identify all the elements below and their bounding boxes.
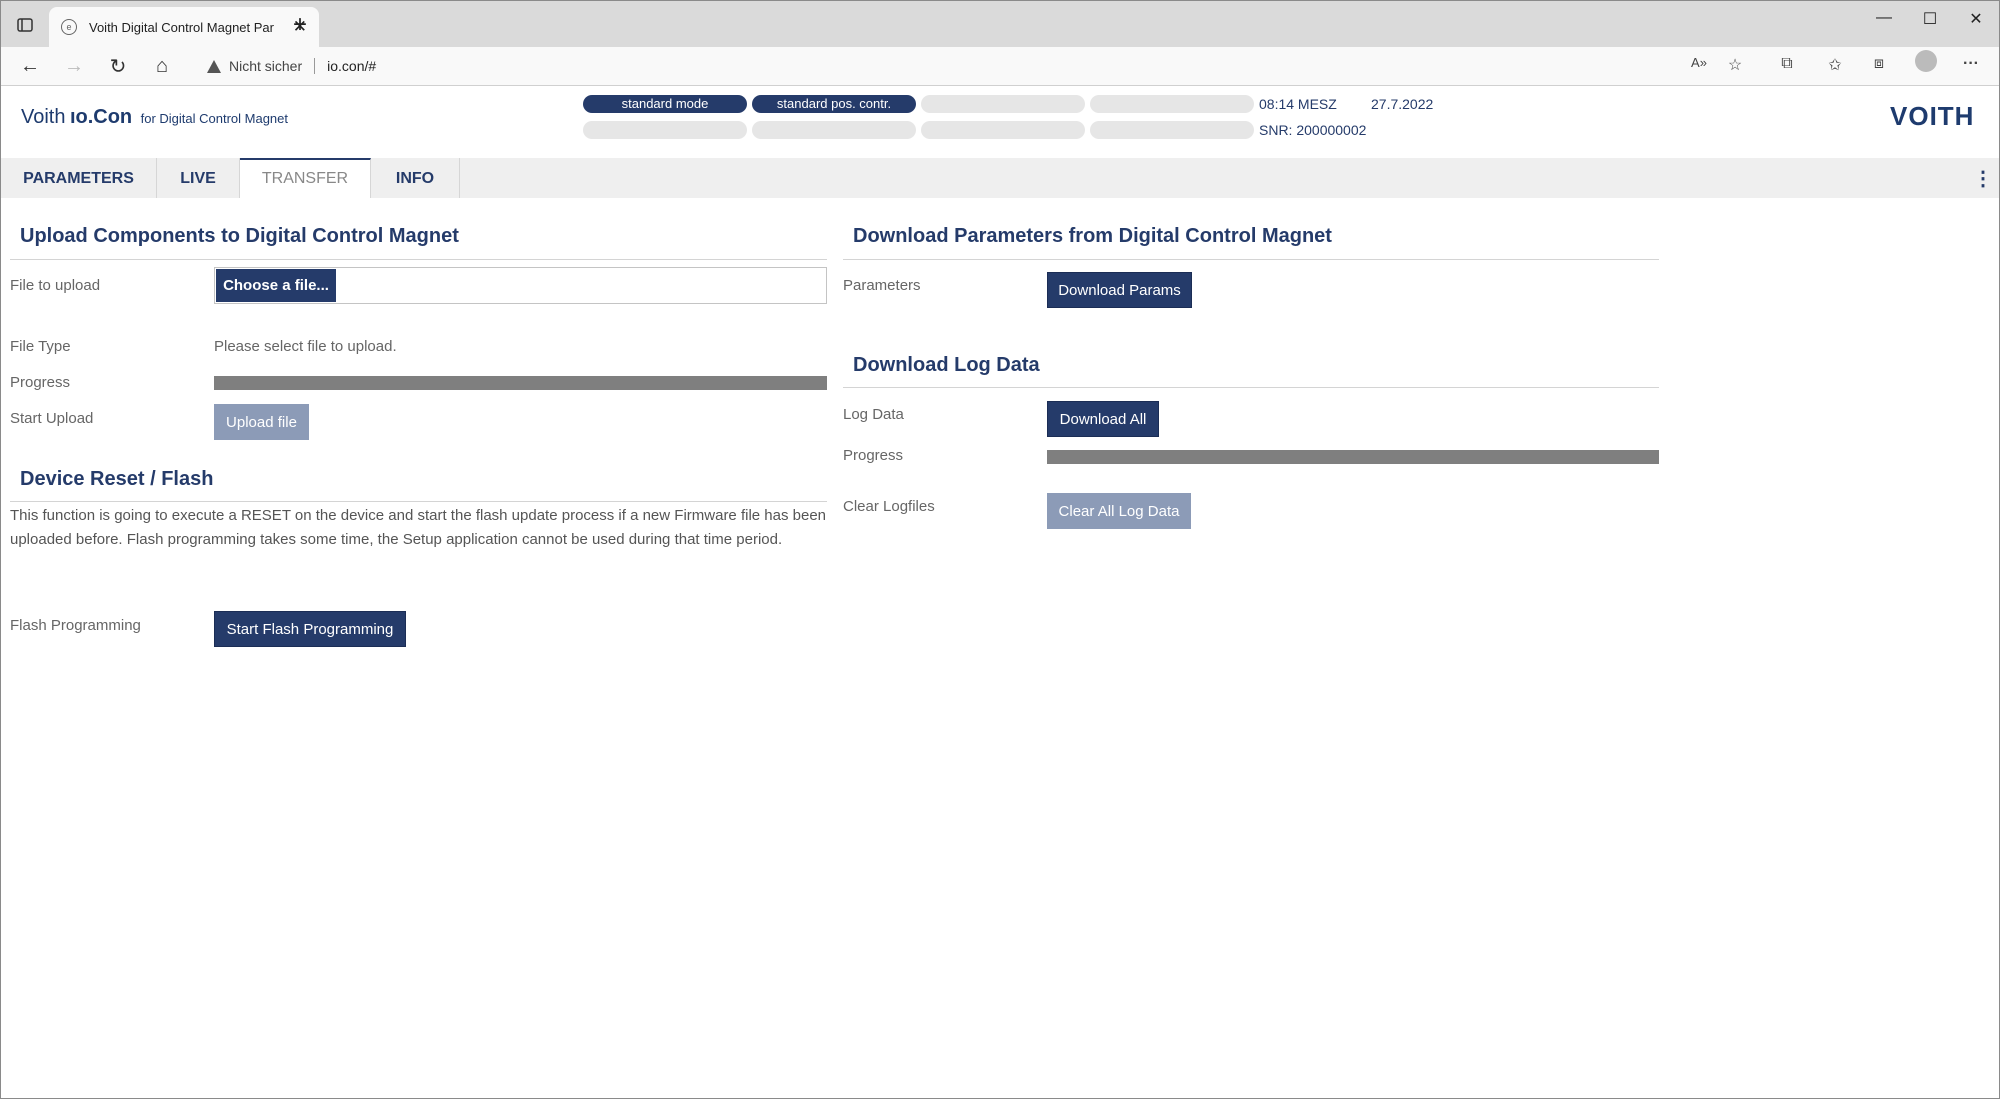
start-flash-button[interactable]: Start Flash Programming (214, 611, 406, 647)
clear-log-button[interactable]: Clear All Log Data (1047, 493, 1191, 529)
file-type-value: Please select file to upload. (214, 338, 397, 355)
read-aloud-icon[interactable]: A» (1687, 55, 1711, 77)
upload-progress-bar (214, 376, 827, 390)
home-icon[interactable]: ⌂ (147, 53, 177, 79)
file-type-label: File Type (10, 338, 71, 355)
url-text: io.con/# (327, 58, 377, 74)
new-tab-icon[interactable]: + (293, 11, 307, 39)
security-label: Nicht sicher (229, 58, 303, 74)
brand-subtitle: for Digital Control Magnet (140, 111, 289, 126)
browser-tabbar: e Voith Digital Control Magnet Par ✕ + —… (1, 1, 1999, 47)
address-bar[interactable]: Nicht sicher io.con/# (191, 51, 1731, 81)
download-all-button[interactable]: Download All (1047, 401, 1159, 437)
status-pill-empty (1090, 95, 1254, 113)
start-upload-label: Start Upload (10, 410, 94, 427)
header-serial: SNR: 200000002 (1259, 122, 1367, 138)
mode-pill-2: standard pos. contr. (752, 95, 916, 113)
close-window-icon[interactable]: ✕ (1953, 9, 1999, 29)
status-pill-empty (752, 121, 916, 139)
menu-kebab-icon[interactable]: ⋮ (1973, 166, 1993, 191)
status-pill-empty (921, 95, 1085, 113)
status-pill-empty (583, 121, 747, 139)
upload-file-button[interactable]: Upload file (214, 404, 309, 440)
favorites-icon[interactable]: ✩ (1823, 55, 1847, 77)
refresh-icon[interactable]: ↻ (103, 53, 133, 79)
reset-section-divider (10, 501, 827, 502)
collections-icon[interactable]: ⧈ (1867, 55, 1891, 77)
status-pill-empty (1090, 121, 1254, 139)
app-header: Voith ıo.Con for Digital Control Magnet … (1, 86, 1999, 158)
download-log-divider (843, 387, 1659, 388)
browser-window: e Voith Digital Control Magnet Par ✕ + —… (0, 0, 2000, 1099)
download-log-title: Download Log Data (853, 354, 1040, 376)
profile-avatar[interactable] (1915, 50, 1937, 72)
brand-voith: Voith (21, 106, 66, 128)
log-progress-bar (1047, 450, 1659, 464)
header-date: 27.7.2022 (1371, 96, 1434, 112)
brand-iocon: ıo.Con (69, 106, 133, 128)
add-favorite-icon[interactable]: ☆ (1723, 55, 1747, 77)
download-params-title: Download Parameters from Digital Control… (853, 225, 1332, 247)
reset-section-title: Device Reset / Flash (20, 468, 214, 490)
mode-pill-1: standard mode (583, 95, 747, 113)
status-pill-empty (921, 121, 1085, 139)
tab-info[interactable]: INFO (371, 158, 460, 198)
minimize-icon[interactable]: — (1861, 9, 1907, 27)
back-icon[interactable]: ← (15, 53, 45, 79)
file-input[interactable]: Choose a file... (214, 267, 827, 304)
tab-actions-icon[interactable] (11, 13, 39, 37)
maximize-icon[interactable]: ☐ (1907, 9, 1953, 29)
voith-logo: VOITH (1890, 101, 1975, 131)
choose-file-button[interactable]: Choose a file... (216, 269, 336, 302)
file-to-upload-label: File to upload (10, 277, 101, 294)
download-params-button[interactable]: Download Params (1047, 272, 1192, 308)
more-icon[interactable]: ··· (1959, 55, 1983, 77)
forward-icon[interactable]: → (59, 53, 89, 79)
flash-programming-label: Flash Programming (10, 617, 141, 634)
warning-icon (207, 59, 221, 73)
tab-parameters[interactable]: PARAMETERS (1, 158, 157, 198)
log-data-label: Log Data (843, 406, 904, 423)
parameters-label: Parameters (843, 277, 921, 294)
favicon-icon: e (61, 19, 77, 35)
header-time: 08:14 MESZ (1259, 96, 1337, 112)
app-tabs: PARAMETERS LIVE TRANSFER INFO ⋮ (1, 158, 1999, 198)
download-params-divider (843, 259, 1659, 260)
clear-logfiles-label: Clear Logfiles (843, 498, 935, 515)
browser-tab-active[interactable]: e Voith Digital Control Magnet Par ✕ (49, 7, 319, 47)
reset-description: This function is going to execute a RESE… (10, 507, 827, 548)
address-separator (314, 58, 316, 74)
app-brand: Voith ıo.Con for Digital Control Magnet (21, 106, 288, 129)
extensions-icon[interactable]: ⧉ (1775, 55, 1799, 77)
log-progress-label: Progress (843, 447, 904, 464)
upload-section-title: Upload Components to Digital Control Mag… (20, 225, 459, 247)
tab-transfer[interactable]: TRANSFER (240, 158, 371, 198)
upload-progress-label: Progress (10, 374, 71, 391)
browser-tab-title: Voith Digital Control Magnet Par (89, 19, 274, 35)
upload-section-divider (10, 259, 827, 260)
browser-toolbar: ← → ↻ ⌂ Nicht sicher io.con/# A» ☆ ⧉ ✩ ⧈… (1, 47, 1999, 86)
tab-live[interactable]: LIVE (157, 158, 240, 198)
